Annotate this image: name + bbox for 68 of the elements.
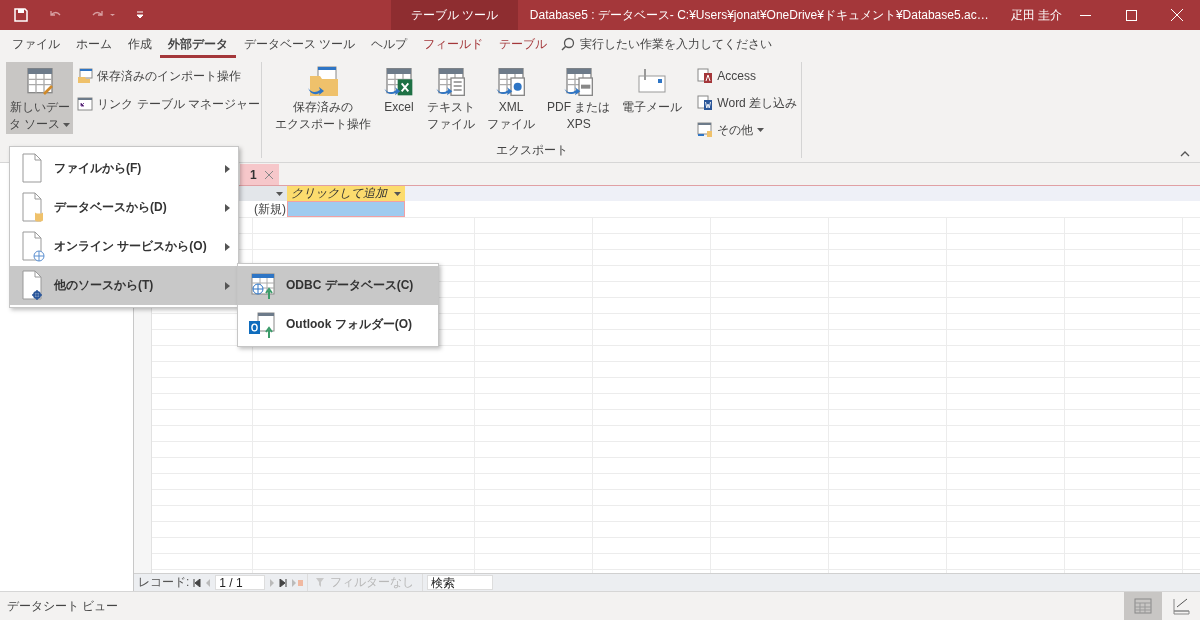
ribbon-tab[interactable]: 作成 bbox=[120, 30, 160, 58]
ribbon-tab[interactable]: ヘルプ bbox=[363, 30, 416, 58]
record-label: レコード: bbox=[138, 574, 190, 591]
window-title: Database5 : データベース- C:¥Users¥jonat¥OneDrive¥ドキュメント¥Database5.ac… bbox=[529, 6, 989, 24]
export-button[interactable]: 電子メール bbox=[619, 62, 686, 117]
excel-icon bbox=[383, 66, 415, 98]
caret-icon bbox=[63, 122, 71, 127]
caret-icon bbox=[757, 128, 765, 132]
next-record-icon[interactable] bbox=[269, 578, 276, 587]
submenu-arrow-icon bbox=[225, 164, 230, 173]
pdf-file-icon bbox=[562, 66, 595, 98]
context-tab-label: テーブル ツール bbox=[391, 0, 518, 30]
caret-icon bbox=[276, 191, 283, 196]
design-view-icon bbox=[1172, 597, 1190, 615]
ribbon-small-button[interactable]: 保存済みのインポート操作 bbox=[77, 66, 260, 86]
link-table-icon bbox=[77, 96, 94, 112]
group-label: エクスポート bbox=[495, 143, 568, 158]
save-icon[interactable] bbox=[14, 8, 28, 22]
submenu-arrow-icon bbox=[225, 203, 230, 212]
filter-icon bbox=[316, 577, 327, 588]
previous-record-icon[interactable] bbox=[205, 578, 212, 587]
search-icon bbox=[561, 37, 576, 51]
ribbon-small-button[interactable]: Access bbox=[697, 66, 798, 86]
folder-icon bbox=[306, 66, 340, 98]
menu-item[interactable]: データベースから(D) bbox=[10, 188, 238, 227]
column-header[interactable]: クリックして追加 bbox=[287, 186, 405, 201]
document-tab[interactable]: 1 bbox=[240, 164, 279, 185]
menu-item[interactable]: ODBC データベース(C) bbox=[238, 266, 438, 305]
export-button[interactable]: PDF または XPS bbox=[544, 62, 614, 134]
page-database-icon bbox=[20, 191, 46, 224]
user-name: 疋田 圭介 bbox=[1010, 6, 1062, 24]
new-record-label: (新規) bbox=[254, 200, 286, 218]
record-number-field[interactable]: 1 / 1 bbox=[215, 575, 266, 590]
ribbon-small-button[interactable]: Word 差し込み bbox=[697, 93, 798, 113]
ribbon-small-button[interactable]: リンク テーブル マネージャー bbox=[77, 94, 260, 114]
ribbon-tab[interactable]: フィールド bbox=[415, 30, 492, 58]
export-button[interactable]: XML ファイル bbox=[484, 62, 538, 134]
page-globe-icon bbox=[20, 230, 46, 263]
menu-item[interactable]: オンライン サービスから(O) bbox=[10, 227, 238, 266]
maximize-icon[interactable] bbox=[1125, 9, 1137, 21]
last-record-icon[interactable] bbox=[279, 578, 288, 587]
menu-item[interactable]: 他のソースから(T) bbox=[10, 266, 238, 305]
xml-file-icon bbox=[495, 66, 527, 98]
saved-import-icon bbox=[77, 68, 94, 84]
ribbon-tab[interactable]: ホーム bbox=[68, 30, 120, 58]
first-record-icon[interactable] bbox=[193, 578, 202, 587]
datasheet-view-icon bbox=[1134, 597, 1152, 615]
export-button[interactable]: Excel bbox=[380, 62, 418, 117]
tell-me-field[interactable]: 実行したい作業を入力してください bbox=[561, 35, 773, 53]
menu-item[interactable]: ファイルから(F) bbox=[10, 149, 238, 188]
export-button[interactable]: 保存済みの エクスポート操作 bbox=[272, 62, 374, 134]
search-field[interactable]: 検索 bbox=[427, 575, 494, 590]
menu-item[interactable]: Outlook フォルダー(O) bbox=[238, 305, 438, 344]
new-data-source-button[interactable]: 新しいデー タ ソース bbox=[6, 62, 74, 134]
ribbon-small-button[interactable]: その他 bbox=[697, 120, 798, 140]
minimize-icon[interactable] bbox=[1079, 14, 1091, 16]
selected-cell[interactable] bbox=[287, 201, 405, 217]
export-button[interactable]: テキスト ファイル bbox=[424, 62, 478, 134]
caret-icon bbox=[394, 191, 401, 196]
text-file-icon bbox=[435, 66, 467, 98]
ribbon-tab[interactable]: テーブル bbox=[491, 30, 556, 58]
submenu-arrow-icon bbox=[225, 242, 230, 251]
table-export-icon bbox=[697, 122, 714, 138]
status-text: データシート ビュー bbox=[7, 597, 120, 615]
ribbon-tab[interactable]: ファイル bbox=[4, 30, 68, 58]
customize-toolbar-icon[interactable] bbox=[136, 11, 144, 19]
ribbon-tab[interactable]: データベース ツール bbox=[236, 30, 364, 58]
submenu-arrow-icon bbox=[225, 281, 230, 290]
